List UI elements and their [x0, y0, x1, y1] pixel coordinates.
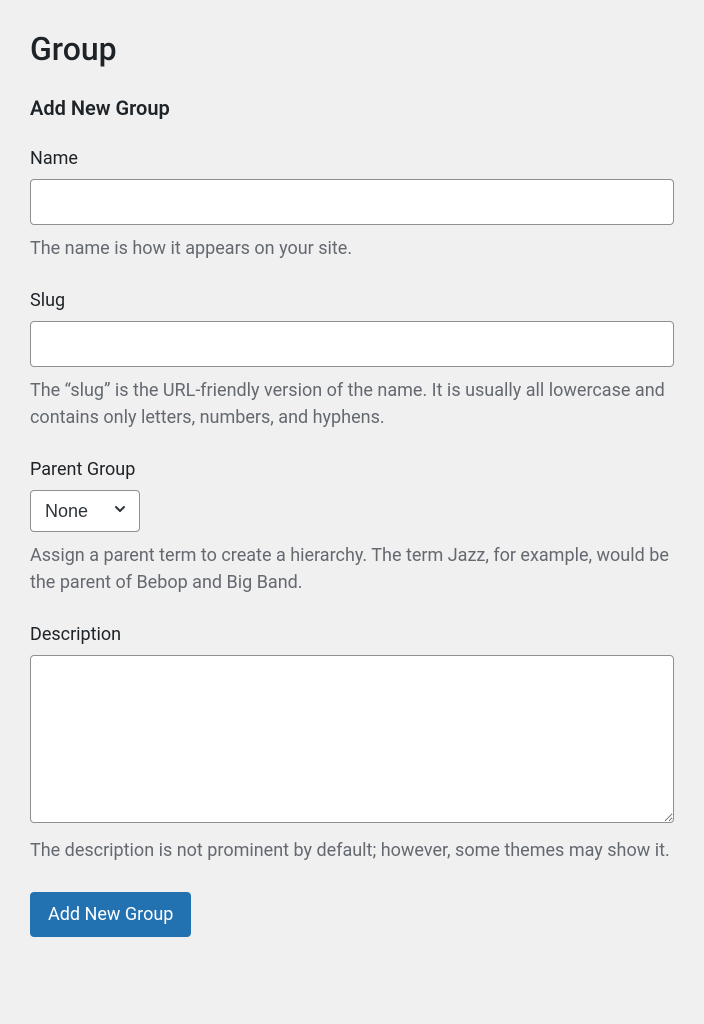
form-title: Add New Group — [30, 96, 674, 120]
name-label: Name — [30, 148, 674, 169]
parent-label: Parent Group — [30, 459, 674, 480]
description-field-group: Description The description is not promi… — [30, 624, 674, 864]
slug-help-text: The “slug” is the URL-friendly version o… — [30, 377, 674, 431]
description-label: Description — [30, 624, 674, 645]
add-new-group-button[interactable]: Add New Group — [30, 892, 191, 937]
parent-field-group: Parent Group None Assign a parent term t… — [30, 459, 674, 596]
parent-select-wrapper: None — [30, 490, 140, 532]
slug-input[interactable] — [30, 321, 674, 367]
name-field-group: Name The name is how it appears on your … — [30, 148, 674, 262]
description-input[interactable] — [30, 655, 674, 823]
description-help-text: The description is not prominent by defa… — [30, 837, 674, 864]
parent-select[interactable]: None — [30, 490, 140, 532]
name-help-text: The name is how it appears on your site. — [30, 235, 674, 262]
slug-label: Slug — [30, 290, 674, 311]
slug-field-group: Slug The “slug” is the URL-friendly vers… — [30, 290, 674, 431]
page-title: Group — [30, 30, 674, 68]
parent-help-text: Assign a parent term to create a hierarc… — [30, 542, 674, 596]
name-input[interactable] — [30, 179, 674, 225]
